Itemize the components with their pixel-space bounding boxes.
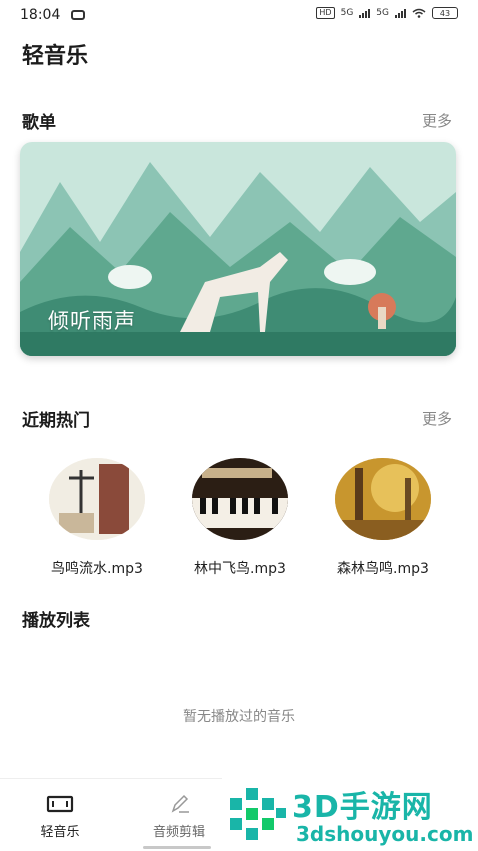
- watermark-logo-icon: [230, 788, 286, 840]
- watermark: 3D手游网 3dshouyou.com: [222, 778, 478, 850]
- signal-icon: [359, 8, 371, 18]
- status-time: 18:04: [20, 7, 61, 23]
- nav-indicator: [143, 846, 211, 849]
- pen-icon: [171, 794, 189, 813]
- music-frame-icon: [46, 795, 74, 813]
- empty-state-text: 暂无播放过的音乐: [183, 709, 295, 725]
- album-cover: [49, 458, 145, 540]
- nav-item-audio-edit[interactable]: 音频剪辑: [119, 779, 239, 851]
- hot-section-title: 近期热门: [22, 411, 90, 431]
- album-name: 森林鸟鸣.mp3: [337, 561, 429, 577]
- playlist-more-link[interactable]: 更多: [422, 110, 452, 131]
- status-bar: 18:04 HD 5G 5G 43: [0, 0, 478, 30]
- hot-section-header: 近期热门 更多: [22, 406, 452, 431]
- hot-more-link[interactable]: 更多: [422, 408, 452, 429]
- playlist-section-header: 歌单 更多: [22, 108, 452, 133]
- playlist-banner[interactable]: 倾听雨声: [20, 142, 456, 356]
- page-title: 轻音乐: [22, 44, 89, 69]
- playlist-section-title: 歌单: [22, 113, 56, 133]
- nav-label: 音频剪辑: [152, 825, 205, 840]
- album-name: 林中飞鸟.mp3: [194, 561, 286, 577]
- wifi-icon: [412, 8, 426, 18]
- notification-icon: [71, 10, 85, 20]
- signal-icon-2: [395, 8, 406, 18]
- nav-label: 轻音乐: [40, 825, 80, 840]
- nav-item-light-music[interactable]: 轻音乐: [0, 779, 120, 851]
- album-item[interactable]: 鸟鸣流水.mp3: [27, 458, 167, 578]
- network-label-2: 5G: [376, 8, 389, 18]
- play-list-title: 播放列表: [22, 611, 90, 631]
- watermark-title: 3D手游网: [292, 790, 433, 825]
- album-item[interactable]: 森林鸟鸣.mp3: [313, 458, 453, 578]
- playlist-list-header: 播放列表: [22, 606, 452, 631]
- hd-badge: HD: [316, 7, 335, 19]
- network-label-1: 5G: [340, 8, 354, 18]
- album-cover: [192, 458, 288, 540]
- battery-icon: 43: [432, 7, 458, 19]
- album-cover: [335, 458, 431, 540]
- watermark-url: 3dshouyou.com: [296, 822, 474, 846]
- album-name: 鸟鸣流水.mp3: [51, 561, 143, 577]
- banner-caption: 倾听雨声: [48, 309, 136, 333]
- status-indicators: HD 5G 5G 43: [316, 7, 458, 19]
- album-item[interactable]: 林中飞鸟.mp3: [170, 458, 310, 578]
